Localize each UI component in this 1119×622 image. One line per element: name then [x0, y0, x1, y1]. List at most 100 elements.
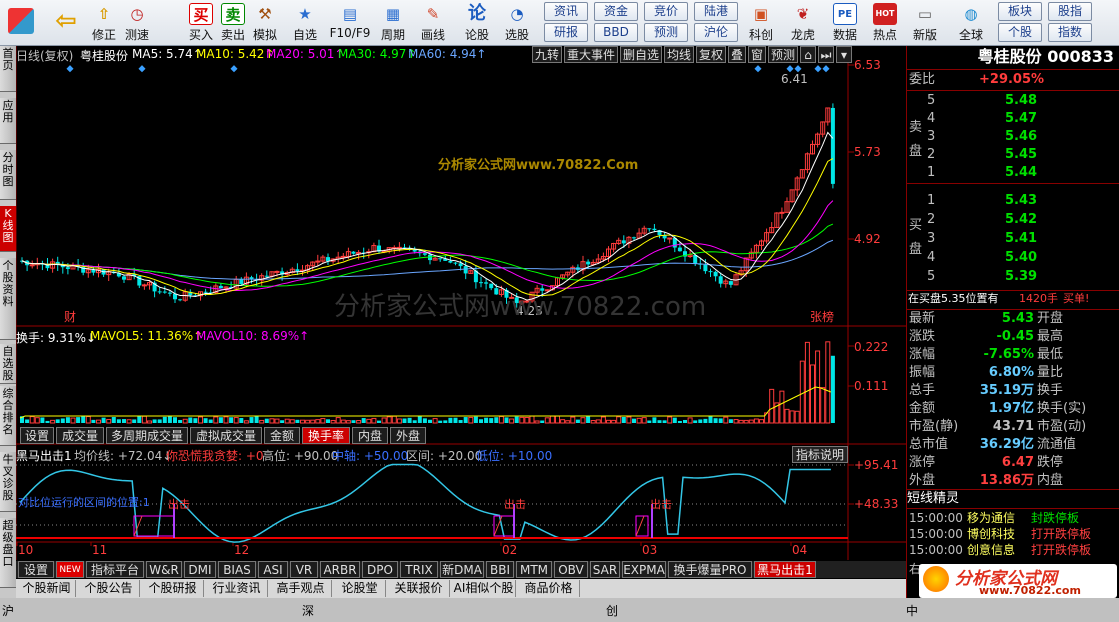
buy-button[interactable]: 买买入	[186, 2, 216, 44]
back-button[interactable]: ⇦	[46, 2, 86, 44]
nav-diagnosis[interactable]: 牛叉诊股	[0, 452, 16, 512]
nav-home[interactable]: 首页	[0, 46, 16, 92]
adjust-button[interactable]: 复权	[696, 46, 726, 63]
news-tab-7[interactable]: AI相似个股	[452, 580, 516, 597]
status-zx[interactable]: 中	[906, 602, 918, 619]
indicator-tab-7[interactable]: VR	[290, 561, 318, 578]
draw-line-button[interactable]: ✎ 画线	[418, 2, 448, 44]
grid-menu-button[interactable]	[4, 2, 38, 44]
news-tab-5[interactable]: 论股堂	[334, 580, 386, 597]
indicator-tab-11[interactable]: 新DMA	[440, 561, 484, 578]
ma-button[interactable]: 均线	[664, 46, 694, 63]
dragon-tiger-button[interactable]: ❦ 龙虎	[788, 2, 818, 44]
bbd-button[interactable]: BBD	[594, 23, 638, 42]
single-stock-button[interactable]: 个股	[998, 23, 1042, 42]
buy-level-row[interactable]: 5 5.39	[907, 268, 1119, 286]
buy-level-row[interactable]: 4 5.40	[907, 249, 1119, 267]
simulate-button[interactable]: ⚒ 模拟	[250, 2, 280, 44]
indicator-tab-8[interactable]: ARBR	[320, 561, 360, 578]
indicator-tab-13[interactable]: MTM	[516, 561, 552, 578]
lock-icon[interactable]: ⌂	[800, 46, 816, 63]
short-term-item[interactable]: 15:00:00 创意信息 打开跌停板	[907, 541, 1119, 559]
indicator-tab-17[interactable]: 换手爆量PRO	[668, 561, 752, 578]
news-tab-6[interactable]: 关联报价	[388, 580, 450, 597]
nine-turn-button[interactable]: 九转	[532, 46, 562, 63]
indicator-tab-5[interactable]: BIAS	[218, 561, 256, 578]
finance-badge[interactable]: 财	[64, 308, 76, 325]
news-tab-8[interactable]: 商品价格	[518, 580, 580, 597]
buy-level-row[interactable]: 1 5.43	[907, 192, 1119, 210]
nav-stock-info[interactable]: 个股资料	[0, 258, 16, 340]
sci-tech-button[interactable]: ▣ 科创	[746, 2, 776, 44]
nav-order-book[interactable]: 超级盘口	[0, 518, 16, 588]
overlay-button[interactable]: 叠	[728, 46, 746, 63]
sell-level-row[interactable]: 4 5.47	[907, 110, 1119, 128]
major-events-button[interactable]: 重大事件	[564, 46, 618, 63]
window-button[interactable]: 窗	[748, 46, 766, 63]
tab-virtual-volume[interactable]: 虚拟成交量	[190, 427, 262, 444]
stock-picker-button[interactable]: ◔ 选股	[502, 2, 532, 44]
sell-level-row[interactable]: 3 5.46	[907, 128, 1119, 146]
index-futures-button[interactable]: 股指	[1048, 2, 1092, 21]
data-button[interactable]: PE 数据	[830, 2, 860, 44]
nav-ranking[interactable]: 综合排名	[0, 386, 16, 446]
tab-outer[interactable]: 外盘	[390, 427, 426, 444]
discuss-button[interactable]: 论论股	[462, 2, 492, 44]
new-version-button[interactable]: ▭ 新版	[910, 2, 940, 44]
indicator-tab-9[interactable]: DPO	[362, 561, 398, 578]
indicator-tab-14[interactable]: OBV	[554, 561, 588, 578]
remove-favorite-button[interactable]: 删自选	[620, 46, 662, 63]
sell-button[interactable]: 卖卖出	[218, 2, 248, 44]
toolbar-btn-0[interactable]: ⇧ 修正	[90, 2, 118, 44]
indicator-tab-2[interactable]: 指标平台	[86, 561, 144, 578]
indicator-tab-4[interactable]: DMI	[184, 561, 216, 578]
favorites-button[interactable]: ★ 自选	[288, 2, 322, 44]
status-cy[interactable]: 创	[606, 602, 618, 619]
buy-level-row[interactable]: 2 5.42	[907, 211, 1119, 229]
news-tab-0[interactable]: 个股新闻	[18, 580, 76, 597]
tab-multi-volume[interactable]: 多周期成交量	[106, 427, 188, 444]
status-sz[interactable]: 深	[302, 602, 314, 619]
tab-amount[interactable]: 金额	[264, 427, 300, 444]
forecast-kline-button[interactable]: 预测	[768, 46, 798, 63]
indicator-tab-16[interactable]: EXPMA	[622, 561, 666, 578]
auction-button[interactable]: 竞价	[644, 2, 688, 21]
limit-up-badge[interactable]: 张榜	[810, 308, 834, 325]
sell-level-row[interactable]: 1 5.44	[907, 164, 1119, 182]
status-sh[interactable]: 沪	[2, 602, 14, 619]
indicator-tab-10[interactable]: TRIX	[400, 561, 438, 578]
indicator-tab-3[interactable]: W&R	[146, 561, 182, 578]
tab-inner[interactable]: 内盘	[352, 427, 388, 444]
toolbar-btn-1[interactable]: ◷ 测速	[120, 2, 154, 44]
shanghai-london-button[interactable]: 沪伦	[694, 23, 738, 42]
kline-mode[interactable]: 日线(复权)	[16, 47, 73, 64]
indicator-tab-1[interactable]: NEW	[56, 561, 84, 578]
news-tab-4[interactable]: 高手观点	[270, 580, 332, 597]
news-tab-2[interactable]: 个股研报	[142, 580, 204, 597]
news-button[interactable]: 资讯	[544, 2, 588, 21]
indicator-help-button[interactable]: 指标说明	[792, 446, 848, 463]
indicator-tab-18[interactable]: 黑马出击1	[754, 561, 816, 578]
f10-button[interactable]: ▤ F10/F9	[328, 2, 372, 44]
indicator-tab-15[interactable]: SAR	[590, 561, 620, 578]
indicator-tab-0[interactable]: 设置	[18, 561, 54, 578]
period-button[interactable]: ▦ 周期	[378, 2, 408, 44]
research-button[interactable]: 研报	[544, 23, 588, 42]
indicator-tab-6[interactable]: ASI	[258, 561, 288, 578]
skip-icon[interactable]: ⏭	[818, 46, 834, 63]
hotspot-button[interactable]: HOT 热点	[870, 2, 900, 44]
nav-kline[interactable]: K线图	[0, 206, 16, 252]
news-tab-1[interactable]: 个股公告	[78, 580, 140, 597]
hk-connect-button[interactable]: 陆港	[694, 2, 738, 21]
nav-apps[interactable]: 应用	[0, 98, 16, 144]
capital-button[interactable]: 资金	[594, 2, 638, 21]
sell-level-row[interactable]: 2 5.45	[907, 146, 1119, 164]
tab-settings[interactable]: 设置	[20, 427, 54, 444]
tab-volume[interactable]: 成交量	[56, 427, 104, 444]
short-term-title[interactable]: 短线精灵	[907, 490, 1119, 508]
chart-area[interactable]: 日线(复权) 粤桂股份 MA5: 5.74↑ MA10: 5.42↑ MA20:…	[15, 46, 906, 560]
forecast-button[interactable]: 预测	[644, 23, 688, 42]
index-button[interactable]: 指数	[1048, 23, 1092, 42]
nav-watchlist[interactable]: 自选股	[0, 344, 16, 384]
sector-button[interactable]: 板块	[998, 2, 1042, 21]
